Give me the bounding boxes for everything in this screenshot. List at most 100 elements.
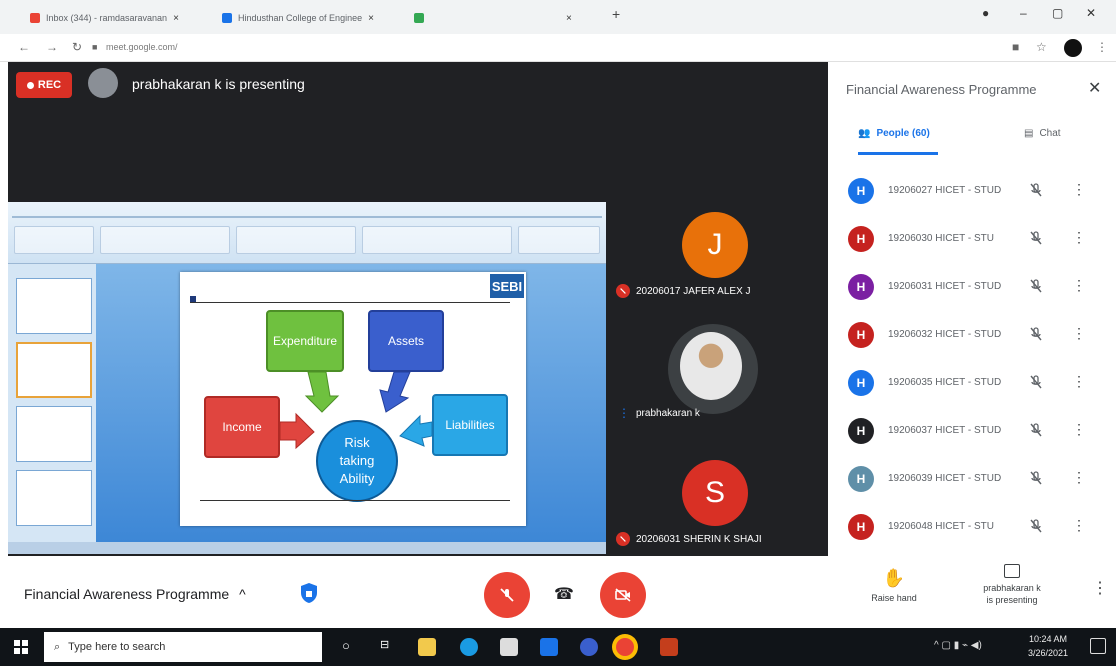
search-icon: ⌕ [54, 640, 61, 653]
url-field[interactable]: meet.google.com/ [106, 42, 178, 52]
participant-tile-avatar: J [682, 212, 748, 278]
participant-more-icon[interactable]: ⋮ [1072, 469, 1086, 486]
taskbar-search[interactable]: ⌕ Type here to search [44, 632, 322, 662]
close-window-icon[interactable]: ✕ [1086, 6, 1096, 20]
mic-muted-icon [1030, 231, 1042, 245]
participant-name: 20206017 JAFER ALEX J [636, 285, 751, 297]
store-icon[interactable] [500, 638, 518, 656]
presenting-line1: prabhakaran k [983, 583, 1041, 593]
shared-screen[interactable]: SEBI Expenditure Assets Income Liabiliti… [8, 202, 606, 554]
mic-muted-icon [1030, 183, 1042, 197]
current-slide: SEBI Expenditure Assets Income Liabiliti… [180, 272, 526, 526]
powerpoint-icon[interactable] [660, 638, 678, 656]
system-tray[interactable]: ^ ▢ ▮ ⌁ ◀) [934, 640, 982, 651]
close-icon[interactable]: × [368, 13, 374, 24]
participant-name: 19206048 HICET - STU [888, 521, 994, 532]
participant-more-icon[interactable]: ⋮ [1072, 517, 1086, 534]
assets-arrow [379, 371, 411, 413]
camera-indicator-icon[interactable]: ■ [1012, 40, 1019, 54]
taskbar-clock[interactable]: 10:24 AM 3/26/2021 [1028, 632, 1068, 660]
tab-inbox[interactable]: Inbox (344) - ramdasaravanan × [30, 8, 179, 28]
account-avatar[interactable] [1064, 39, 1082, 57]
panel-title: Financial Awareness Programme [846, 82, 1037, 97]
mic-muted-icon [1030, 471, 1042, 485]
participant-row[interactable]: H 19206039 HICET - STUD ⋮ [828, 456, 1116, 504]
tab-college[interactable]: Hindusthan College of Enginee × [222, 8, 374, 28]
close-icon[interactable]: × [566, 13, 572, 24]
participant-row[interactable]: H 19206030 HICET - STU ⋮ [828, 216, 1116, 264]
mic-muted-icon [1030, 423, 1042, 437]
participant-more-icon[interactable]: ⋮ [1072, 229, 1086, 246]
slide-thumbnail-selected[interactable] [16, 342, 92, 398]
participant-avatar: H [848, 418, 874, 444]
close-panel-icon[interactable]: ✕ [1088, 78, 1101, 98]
chat-tab-label: Chat [1039, 128, 1061, 139]
participant-avatar: H [848, 514, 874, 540]
mail-icon[interactable] [540, 638, 558, 656]
participant-name: 19206037 HICET - STUD [888, 425, 1002, 436]
tab-chat[interactable]: ▤ Chat [1024, 128, 1061, 139]
cortana-icon[interactable]: ○ [342, 638, 360, 656]
tab-people[interactable]: 👥 People (60) [858, 128, 930, 139]
notifications-icon[interactable] [1090, 638, 1106, 654]
slide-thumbnail[interactable] [16, 406, 92, 462]
site-icon [222, 13, 232, 23]
bookmark-star-icon[interactable]: ☆ [1036, 40, 1047, 54]
task-view-icon[interactable]: ⊟ [380, 638, 398, 656]
participant-more-icon[interactable]: ⋮ [1072, 373, 1086, 390]
participant-row[interactable]: H 19206032 HICET - STUD ⋮ [828, 312, 1116, 360]
participant-row[interactable]: H 19206027 HICET - STUD ⋮ [828, 168, 1116, 216]
chrome-icon[interactable] [616, 638, 634, 656]
mic-muted-icon [1030, 375, 1042, 389]
edge-icon[interactable] [460, 638, 478, 656]
presenter-avatar [88, 68, 118, 98]
participant-name: 19206039 HICET - STUD [888, 473, 1002, 484]
participant-row[interactable]: H 19206035 HICET - STUD ⋮ [828, 360, 1116, 408]
hang-up-button[interactable]: ☎ [554, 584, 574, 604]
presenter-photo [680, 332, 742, 400]
participant-row[interactable]: H 19206037 HICET - STUD ⋮ [828, 408, 1116, 456]
profile-icon[interactable]: ● [982, 6, 989, 20]
participant-row[interactable]: H 19206031 HICET - STUD ⋮ [828, 264, 1116, 312]
camera-off-button[interactable] [600, 572, 646, 618]
mic-off-button[interactable] [484, 572, 530, 618]
participant-tile-label: 20206031 SHERIN K SHAJI [616, 532, 762, 546]
more-options-icon[interactable]: ⋮ [1092, 578, 1108, 598]
browser-tab-bar: Inbox (344) - ramdasaravanan × Hindustha… [0, 0, 1116, 34]
mic-muted-icon [1030, 519, 1042, 533]
meeting-details[interactable]: Financial Awareness Programme ^ [24, 586, 246, 602]
reload-icon[interactable]: ↻ [72, 40, 82, 54]
file-explorer-icon[interactable] [418, 638, 436, 656]
new-tab-button[interactable]: + [612, 6, 620, 22]
slide-thumbnail[interactable] [16, 278, 92, 334]
gmail-icon [30, 13, 40, 23]
presenting-line2: is presenting [986, 595, 1038, 605]
back-icon[interactable]: ← [18, 40, 30, 54]
present-screen-icon [1004, 564, 1020, 578]
forward-icon[interactable]: → [46, 40, 58, 54]
close-icon[interactable]: × [173, 13, 179, 24]
browser-menu-icon[interactable]: ⋮ [1096, 40, 1108, 54]
mic-off-icon [616, 532, 630, 546]
participant-more-icon[interactable]: ⋮ [1072, 421, 1086, 438]
meeting-stage: REC prabhakaran k is presenting SEBI Exp… [8, 62, 828, 556]
circle-line: Ability [339, 471, 375, 486]
participant-more-icon[interactable]: ⋮ [1072, 277, 1086, 294]
app-icon[interactable] [580, 638, 598, 656]
tab-meet[interactable]: × [414, 8, 572, 28]
participant-more-icon[interactable]: ⋮ [1072, 325, 1086, 342]
slide-thumbnail[interactable] [16, 470, 92, 526]
participant-more-icon[interactable]: ⋮ [1072, 181, 1086, 198]
minimize-icon[interactable]: – [1020, 6, 1027, 20]
chevron-up-icon[interactable]: ^ [239, 586, 246, 602]
host-controls-shield-icon[interactable] [300, 582, 318, 604]
active-tab-indicator [858, 152, 938, 155]
circle-line: Risk [344, 435, 370, 450]
participant-row[interactable]: H 19206048 HICET - STU ⋮ [828, 504, 1116, 552]
presenting-button[interactable]: prabhakaran k is presenting [970, 564, 1054, 606]
raise-hand-button[interactable]: ✋ Raise hand [862, 568, 926, 603]
participant-avatar: H [848, 274, 874, 300]
maximize-icon[interactable]: ▢ [1052, 6, 1063, 20]
windows-start-icon[interactable] [14, 640, 28, 654]
people-tab-label: People (60) [876, 128, 930, 139]
